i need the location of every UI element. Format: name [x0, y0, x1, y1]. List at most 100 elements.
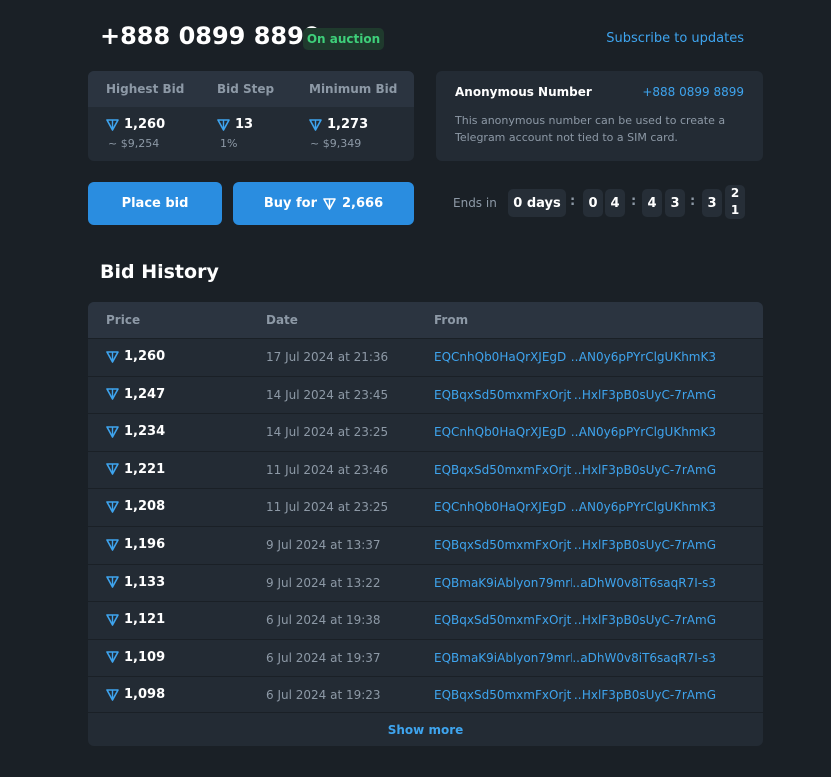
row-from-address-start: EQBqxSd50mxmFxOrjt: [434, 387, 572, 402]
row-from-address-start: EQBmaK9iAblyon79mrI: [434, 650, 573, 665]
countdown-separator: :: [690, 194, 696, 209]
show-more-button[interactable]: Show more: [88, 712, 763, 746]
row-price: 1,234: [106, 424, 165, 439]
row-from-address-end: AN0y6pPYrClgUKhmK3: [578, 350, 716, 364]
column-header-from: From: [434, 313, 469, 327]
ton-diamond-icon: [217, 118, 230, 131]
row-date: 14 Jul 2024 at 23:25: [266, 425, 389, 440]
row-from-address-start: EQBqxSd50mxmFxOrjt: [434, 688, 572, 703]
bid-stats-card: Highest Bid Bid Step Minimum Bid 1,260 1…: [88, 71, 414, 161]
buy-now-button[interactable]: Buy for 2,666: [233, 182, 414, 225]
table-row: 1,208 11 Jul 2024 at 23:25 EQCnhQb0HaQrXJE…: [88, 488, 763, 526]
stat-sub-highest-bid: ~ $9,254: [108, 137, 160, 150]
anonymous-number-card: Anonymous Number +888 0899 8899 This ano…: [436, 71, 763, 161]
countdown-seconds-current: 1: [730, 203, 740, 217]
buy-now-price: 2,666: [342, 196, 384, 211]
ton-diamond-icon: [106, 613, 119, 626]
row-date: 9 Jul 2024 at 13:37: [266, 538, 381, 552]
stat-value-text: 1,273: [327, 117, 369, 132]
stat-label-minimum-bid: Minimum Bid: [309, 82, 398, 96]
ton-diamond-icon: [106, 118, 119, 131]
row-date: 6 Jul 2024 at 19:23: [266, 688, 381, 703]
row-date: 6 Jul 2024 at 19:38: [266, 613, 381, 628]
stat-label-bid-step: Bid Step: [217, 82, 275, 96]
countdown-minutes-ones: 3: [665, 189, 685, 217]
row-from-address-start: EQBqxSd50mxmFxOrjt: [434, 538, 572, 552]
table-row: 1,121 6 Jul 2024 at 19:38 EQBqxSd50mxmFxOr…: [88, 601, 763, 639]
table-row: 1,196 9 Jul 2024 at 13:37 EQBqxSd50mxmFxOr…: [88, 526, 763, 564]
countdown-days: 0 days: [508, 189, 566, 217]
row-price-value: 1,133: [124, 574, 166, 590]
ton-diamond-icon: [323, 197, 336, 210]
table-row: 1,234 14 Jul 2024 at 23:25 EQCnhQb0HaQrXJE…: [88, 413, 763, 451]
row-price-value: 1,109: [124, 649, 166, 665]
stat-value-bid-step: 13: [217, 117, 253, 132]
row-date: 9 Jul 2024 at 13:22: [266, 575, 381, 590]
row-from-address-end: HxlF3pB0sUyC-7rAmG: [581, 688, 716, 703]
row-price-value: 1,234: [124, 424, 166, 440]
countdown-minutes-tens: 4: [642, 189, 662, 217]
row-from-address[interactable]: EQBqxSd50mxmFxOrjt... HxlF3pB0sUyC-7rAmG: [434, 613, 716, 627]
ton-diamond-icon: [106, 463, 119, 476]
status-badge: On auction: [303, 28, 384, 50]
row-date: 14 Jul 2024 at 23:45: [266, 387, 389, 402]
ton-diamond-icon: [106, 689, 119, 701]
row-price: 1,208: [106, 499, 165, 514]
row-from-address[interactable]: EQCnhQb0HaQrXJEgD... AN0y6pPYrClgUKhmK3: [434, 425, 716, 439]
table-header: Price Date From: [88, 302, 763, 338]
table-row: 1,221 11 Jul 2024 at 23:46 EQBqxSd50mxmFxO…: [88, 450, 763, 489]
countdown-label: Ends in: [453, 196, 497, 210]
row-price-value: 1,247: [124, 386, 166, 402]
row-from-ellipsis: ...: [572, 575, 584, 590]
ton-diamond-icon: [106, 501, 119, 513]
column-header-date: Date: [266, 313, 298, 327]
row-price: 1,247: [106, 387, 165, 402]
row-price: 1,260: [106, 349, 165, 364]
table-row: 1,247 14 Jul 2024 at 23:45 EQBqxSd50mxmFxO…: [88, 375, 763, 414]
ton-diamond-icon: [106, 425, 119, 438]
row-price-value: 1,121: [124, 612, 166, 628]
table-row: 1,133 9 Jul 2024 at 13:22 EQBmaK9iAblyon79…: [88, 563, 763, 602]
row-from-address[interactable]: EQBqxSd50mxmFxOrjt... HxlF3pB0sUyC-7rAmG: [434, 463, 716, 477]
row-from-address[interactable]: EQCnhQb0HaQrXJEgD... AN0y6pPYrClgUKhmK3: [434, 500, 716, 514]
row-from-address-start: EQBqxSd50mxmFxOrjt: [434, 462, 572, 477]
anonymous-number-description: This anonymous number can be used to cre…: [455, 114, 726, 144]
stat-sub-bid-step: 1%: [220, 137, 238, 150]
row-from-address[interactable]: EQBmaK9iAblyon79mrI... aDhW0v8iT6saqR7I-s…: [434, 651, 716, 665]
countdown-seconds-ones: 2 1: [725, 185, 745, 219]
row-from-address[interactable]: EQBqxSd50mxmFxOrjt... HxlF3pB0sUyC-7rAmG: [434, 538, 716, 552]
row-from-ellipsis: ...: [573, 538, 586, 552]
row-from-ellipsis: ...: [572, 650, 584, 665]
row-from-ellipsis: ...: [573, 688, 586, 703]
row-from-address[interactable]: EQBqxSd50mxmFxOrjt... HxlF3pB0sUyC-7rAmG: [434, 388, 716, 402]
row-from-address-start: EQCnhQb0HaQrXJEgD: [434, 425, 567, 440]
row-date: 11 Jul 2024 at 23:46: [266, 462, 389, 477]
stat-sub-minimum-bid: ~ $9,349: [310, 137, 362, 150]
row-price-value: 1,208: [124, 499, 166, 515]
row-price: 1,098: [106, 687, 165, 702]
row-price-value: 1,196: [124, 537, 166, 552]
row-from-address[interactable]: EQCnhQb0HaQrXJEgD... AN0y6pPYrClgUKhmK3: [434, 350, 716, 364]
countdown-separator: :: [570, 194, 576, 209]
row-from-address-end: aDhW0v8iT6saqR7I-s3: [580, 650, 716, 665]
row-price: 1,196: [106, 537, 165, 552]
stat-value-highest-bid: 1,260: [106, 117, 165, 132]
row-from-address-end: aDhW0v8iT6saqR7I-s3: [580, 575, 716, 590]
row-from-ellipsis: ...: [573, 387, 586, 402]
row-from-address[interactable]: EQBqxSd50mxmFxOrjt... HxlF3pB0sUyC-7rAmG: [434, 688, 716, 702]
row-from-address-start: EQCnhQb0HaQrXJEgD: [434, 500, 567, 515]
subscribe-link[interactable]: Subscribe to updates: [600, 31, 744, 46]
bid-history-title: Bid History: [100, 261, 219, 283]
row-from-ellipsis: ...: [573, 462, 586, 477]
row-from-address-end: HxlF3pB0sUyC-7rAmG: [581, 387, 716, 402]
place-bid-button[interactable]: Place bid: [88, 182, 222, 225]
ton-diamond-icon: [309, 118, 322, 131]
row-date: 6 Jul 2024 at 19:37: [266, 650, 381, 665]
row-from-ellipsis: ...: [570, 425, 583, 440]
anonymous-number-title: Anonymous Number: [455, 85, 592, 99]
row-from-address[interactable]: EQBmaK9iAblyon79mrI... aDhW0v8iT6saqR7I-s…: [434, 576, 716, 590]
row-price: 1,133: [106, 575, 165, 590]
anonymous-number-value[interactable]: +888 0899 8899: [642, 85, 744, 99]
buy-now-label: Buy for: [263, 196, 318, 211]
stat-value-text: 1,260: [124, 117, 166, 132]
